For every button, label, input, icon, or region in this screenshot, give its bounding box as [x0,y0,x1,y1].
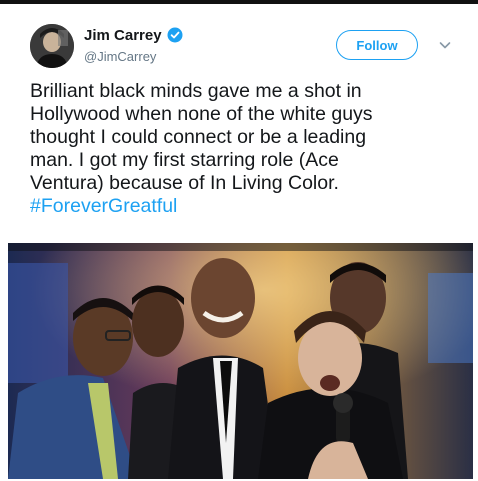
avatar[interactable] [30,24,74,68]
tweet-text-line: Hollywood when none of the white guys [30,103,373,125]
tweet-photo[interactable] [8,243,473,479]
tweet-text: Brilliant black minds gave me a shot in … [30,80,460,218]
verified-badge-icon [167,27,183,43]
tweet-text-line: man. I got my first starring role (Ace [30,149,339,171]
tweet-text-line: Ventura) because of In Living Color. [30,172,339,194]
user-handle[interactable]: @JimCarrey [84,49,183,64]
photo-image [8,243,473,479]
display-name[interactable]: Jim Carrey [84,27,162,44]
chevron-down-icon[interactable] [438,38,452,52]
display-name-row: Jim Carrey [84,25,183,45]
tweet-header: Jim Carrey @JimCarrey Follow [30,22,460,72]
tweet-text-line: thought I could connect or be a leading [30,126,367,148]
user-names: Jim Carrey @JimCarrey [84,25,183,64]
hashtag-link[interactable]: #ForeverGreatful [30,195,460,218]
top-border [0,0,478,4]
follow-button[interactable]: Follow [336,30,418,60]
avatar-image [30,24,74,68]
tweet-text-line: Brilliant black minds gave me a shot in [30,80,362,102]
